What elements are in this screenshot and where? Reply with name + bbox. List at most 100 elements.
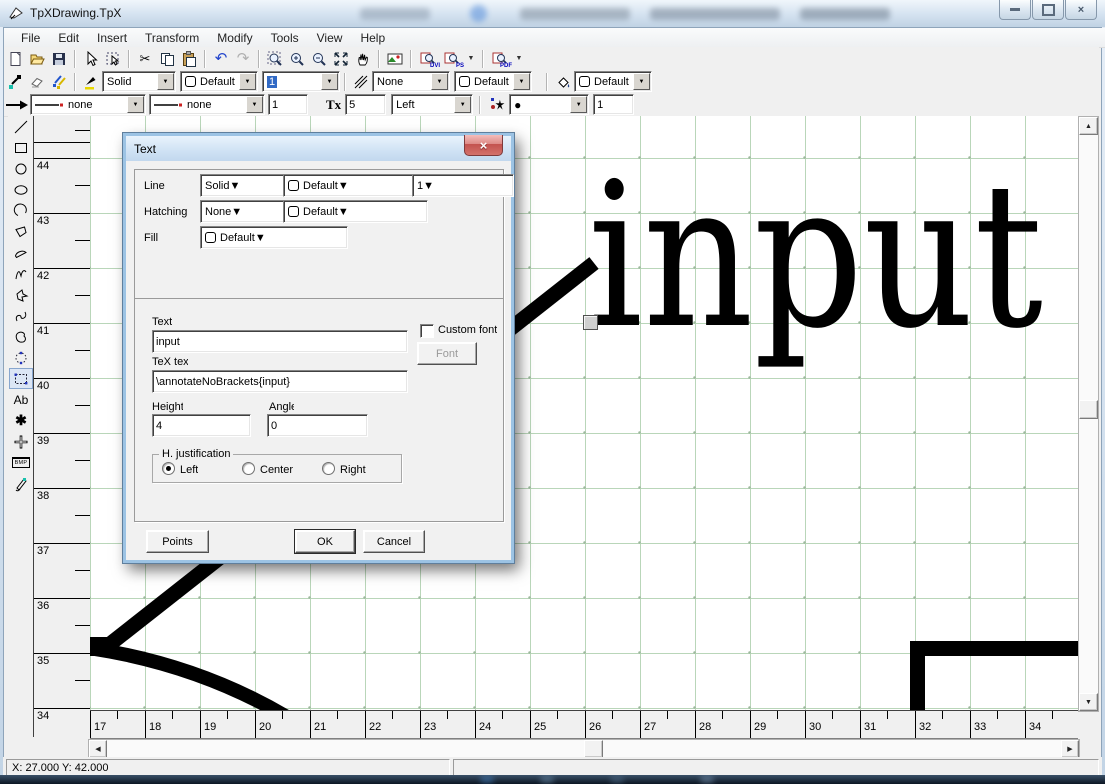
arrow-end-combo[interactable]: none▼	[149, 94, 265, 115]
dropdown-arrow-icon[interactable]: ▼	[321, 73, 338, 90]
select-area-button[interactable]	[102, 49, 124, 69]
menu-tools[interactable]: Tools	[262, 29, 308, 47]
selection-handle[interactable]	[583, 315, 598, 330]
radio-right-icon[interactable]	[322, 462, 335, 475]
zoom-area-button[interactable]	[264, 49, 286, 69]
horizontal-scrollbar[interactable]: ◀ ▶	[88, 739, 1080, 759]
dialog-close-button[interactable]: ×	[464, 135, 503, 156]
dialog-fill-color-combo[interactable]: Default▼	[200, 226, 348, 249]
dropdown-arrow-icon[interactable]: ▼	[229, 180, 240, 192]
scroll-left-button[interactable]: ◀	[89, 740, 107, 758]
window-titlebar[interactable]: TpXDrawing.TpX ×	[0, 0, 1105, 27]
scroll-right-button[interactable]: ▶	[1061, 740, 1079, 758]
text-input[interactable]	[152, 330, 408, 353]
tex-text-input[interactable]	[152, 370, 408, 393]
hatching-style-combo[interactable]: None▼	[372, 71, 450, 92]
dropdown-arrow-icon[interactable]: ▼	[157, 73, 174, 90]
radio-left[interactable]: Left	[162, 462, 198, 476]
scroll-up-button[interactable]: ▲	[1079, 117, 1098, 135]
radio-center-icon[interactable]	[242, 462, 255, 475]
tool-closed-bezier-selected[interactable]	[9, 368, 33, 389]
menu-file[interactable]: File	[12, 29, 49, 47]
vertical-scrollbar[interactable]: ▲ ▼	[1078, 116, 1099, 712]
undo-button[interactable]: ↶	[210, 49, 232, 69]
redo-button[interactable]: ↷	[232, 49, 254, 69]
dropdown-arrow-icon[interactable]: ▼	[338, 180, 349, 192]
ps-dropdown-arrow[interactable]: ▼	[464, 49, 478, 69]
drawing-bracket-horizontal[interactable]	[910, 641, 1078, 656]
dialog-line-width-combo[interactable]: 1▼	[412, 174, 514, 197]
hatching-color-combo[interactable]: Default▼	[454, 71, 532, 92]
dropdown-arrow-icon[interactable]: ▼	[255, 232, 266, 244]
text-justify-combo[interactable]: Left▼	[391, 94, 473, 115]
scroll-down-button[interactable]: ▼	[1079, 693, 1098, 711]
close-button[interactable]: ×	[1065, 0, 1097, 20]
dropdown-arrow-icon[interactable]: ▼	[239, 73, 256, 90]
dropdown-arrow-icon[interactable]: ▼	[423, 180, 434, 192]
fill-color-combo[interactable]: Default▼	[574, 71, 652, 92]
dropdown-arrow-icon[interactable]: ▼	[633, 73, 650, 90]
dropdown-arrow-icon[interactable]: ▼	[246, 96, 263, 113]
angle-input[interactable]	[267, 414, 368, 437]
preview-dvi-button[interactable]: DVI	[416, 49, 440, 69]
vscroll-thumb[interactable]	[1079, 400, 1098, 419]
dropdown-arrow-icon[interactable]: ▼	[570, 96, 587, 113]
ok-button[interactable]: OK	[295, 530, 355, 553]
drawing-bracket-vertical[interactable]	[910, 641, 925, 710]
radio-left-icon[interactable]	[162, 462, 175, 475]
select-tool-button[interactable]	[80, 49, 102, 69]
preview-ps-button[interactable]: PS	[440, 49, 464, 69]
dropdown-arrow-icon[interactable]: ▼	[338, 206, 349, 218]
tool-rectangle[interactable]	[9, 137, 33, 158]
radio-center[interactable]: Center	[242, 462, 293, 476]
apply-properties-icon[interactable]	[48, 72, 70, 92]
cut-button[interactable]: ✂	[134, 49, 156, 69]
tool-closed-curve[interactable]	[9, 326, 33, 347]
custom-font-checkbox[interactable]	[420, 324, 434, 338]
tool-arc[interactable]	[9, 200, 33, 221]
cancel-button[interactable]: Cancel	[363, 530, 425, 553]
dropdown-arrow-icon[interactable]: ▼	[431, 73, 448, 90]
tool-sector[interactable]	[9, 221, 33, 242]
points-button[interactable]: Points	[146, 530, 209, 553]
text-size-input[interactable]	[345, 94, 386, 115]
line-style-combo[interactable]: Solid▼	[102, 71, 176, 92]
dropdown-arrow-icon[interactable]: ▼	[127, 96, 144, 113]
zoom-fit-button[interactable]	[330, 49, 352, 69]
open-button[interactable]	[26, 49, 48, 69]
dropdown-arrow-icon[interactable]: ▼	[454, 96, 471, 113]
tool-circle[interactable]	[9, 158, 33, 179]
drawing-curve[interactable]	[90, 647, 292, 710]
canvas-big-text[interactable]: input	[588, 140, 1043, 373]
menu-modify[interactable]: Modify	[208, 29, 261, 47]
tool-freehand-pen[interactable]	[9, 473, 33, 494]
arrow-size-input[interactable]	[268, 94, 308, 115]
picture-properties-button[interactable]	[384, 49, 406, 69]
dropdown-arrow-icon[interactable]: ▼	[231, 206, 242, 218]
line-color-combo[interactable]: Default▼	[180, 71, 258, 92]
point-shape-combo[interactable]: ●▼	[509, 94, 589, 115]
menu-transform[interactable]: Transform	[136, 29, 208, 47]
dialog-titlebar[interactable]: Text	[126, 136, 511, 161]
dialog-hatching-color-combo[interactable]: Default▼	[283, 200, 428, 223]
tool-star[interactable]: ✱	[9, 410, 33, 431]
tool-bitmap[interactable]: BMP	[9, 452, 33, 473]
pan-hand-button[interactable]	[352, 49, 374, 69]
dialog-line-color-combo[interactable]: Default▼	[283, 174, 428, 197]
zoom-out-button[interactable]	[308, 49, 330, 69]
menu-edit[interactable]: Edit	[49, 29, 88, 47]
restore-button[interactable]	[1032, 0, 1064, 20]
menu-view[interactable]: View	[308, 29, 352, 47]
paste-button[interactable]	[178, 49, 200, 69]
tool-symbol[interactable]	[9, 431, 33, 452]
font-button[interactable]: Font	[417, 342, 477, 365]
hscroll-thumb[interactable]	[584, 740, 603, 758]
tool-segment[interactable]	[9, 242, 33, 263]
pdf-dropdown-arrow[interactable]: ▼	[512, 49, 526, 69]
tool-polygon[interactable]	[9, 284, 33, 305]
radio-right[interactable]: Right	[322, 462, 366, 476]
arrow-start-combo[interactable]: none▼	[30, 94, 146, 115]
dropdown-arrow-icon[interactable]: ▼	[513, 73, 530, 90]
point-size-input[interactable]	[593, 94, 634, 115]
default-properties-icon[interactable]	[26, 72, 48, 92]
